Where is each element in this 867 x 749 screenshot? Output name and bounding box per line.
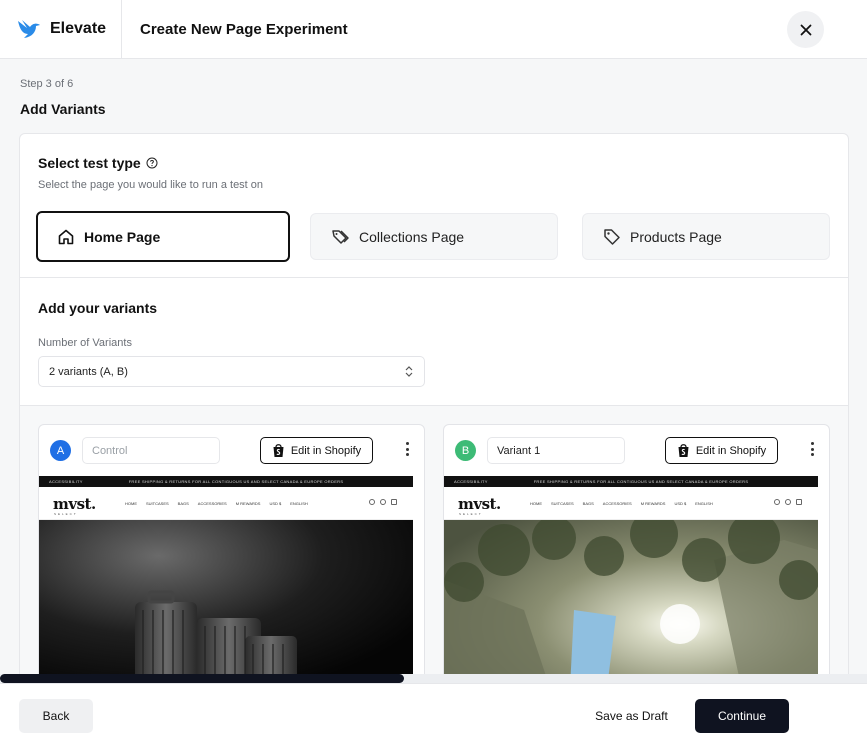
experiment-card: Select test type Select the page you wou…	[19, 133, 849, 693]
preview-nav-link: HOME	[125, 501, 137, 506]
footer-bar: Back Save as Draft Continue	[0, 683, 867, 749]
tags-icon	[332, 229, 349, 244]
variants-title: Add your variants	[38, 300, 158, 316]
top-header: Elevate Create New Page Experiment	[0, 0, 867, 59]
preview-nav-link: SUITCASES	[551, 501, 574, 506]
preview-nav-tools	[369, 499, 397, 505]
variant-preview: ACCESSIBILITY FREE SHIPPING & RETURNS FO…	[39, 476, 413, 692]
tag-icon	[604, 228, 620, 245]
brand-bird-icon	[18, 20, 40, 38]
chevron-updown-icon	[405, 366, 413, 377]
edit-in-shopify-button[interactable]: Edit in Shopify	[665, 437, 778, 464]
preview-hero-trees-image	[444, 520, 818, 692]
test-type-collections[interactable]: Collections Page	[310, 213, 558, 260]
edit-in-shopify-button[interactable]: Edit in Shopify	[260, 437, 373, 464]
test-type-products[interactable]: Products Page	[582, 213, 830, 260]
preview-logo-sub: SELECT	[459, 512, 483, 516]
variant-badge: A	[50, 440, 71, 461]
preview-nav-link: ENGLISH	[695, 501, 713, 506]
test-type-collections-label: Collections Page	[359, 228, 465, 245]
variant-count-value: 2 variants (A, B)	[49, 365, 128, 378]
shopify-bag-icon	[678, 444, 689, 457]
variant-count-label: Number of Variants	[38, 337, 132, 349]
preview-nav-links: HOME SUITCASES BAGS ACCESSORIES M REWARD…	[530, 501, 713, 506]
close-icon	[800, 24, 811, 35]
variant-card-a: A Control Edit in Shopify ACCESSIBILITY …	[38, 424, 425, 692]
variant-name-input[interactable]: Control	[82, 437, 220, 464]
search-icon	[380, 499, 386, 505]
variant-preview: ACCESSIBILITY FREE SHIPPING & RETURNS FO…	[444, 476, 818, 692]
preview-nav-link: USD $	[674, 501, 687, 506]
preview-hero-luggage-image	[39, 520, 413, 692]
edit-in-shopify-label: Edit in Shopify	[695, 444, 767, 457]
home-icon	[58, 229, 74, 244]
section-title: Add Variants	[20, 101, 106, 117]
account-icon	[369, 499, 375, 505]
edit-in-shopify-label: Edit in Shopify	[290, 444, 362, 457]
preview-accessibility: ACCESSIBILITY	[49, 479, 83, 484]
preview-announcement-bar: ACCESSIBILITY FREE SHIPPING & RETURNS FO…	[39, 476, 413, 487]
preview-nav-link: BAGS	[582, 501, 594, 506]
preview-shipping-text: FREE SHIPPING & RETURNS FOR ALL CONTIGUO…	[533, 479, 749, 484]
cart-icon	[391, 499, 397, 505]
shopify-bag-icon	[273, 444, 284, 457]
brand-name: Elevate	[50, 20, 107, 37]
cart-icon	[796, 499, 802, 505]
account-icon	[774, 499, 780, 505]
preview-nav: mvst. SELECT HOME SUITCASES BAGS ACCESSO…	[444, 487, 818, 520]
variant-name-input[interactable]: Variant 1	[487, 437, 625, 464]
continue-button[interactable]: Continue	[695, 699, 789, 733]
preview-nav-link: BAGS	[177, 501, 189, 506]
more-options-icon[interactable]	[811, 442, 814, 456]
help-icon[interactable]	[146, 157, 158, 169]
preview-nav-link: M REWARDS	[640, 501, 666, 506]
preview-nav: mvst. SELECT HOME SUITCASES BAGS ACCESSO…	[39, 487, 413, 520]
test-type-heading: Select test type	[38, 155, 158, 171]
preview-nav-link: ENGLISH	[290, 501, 308, 506]
preview-logo: mvst.	[53, 495, 96, 513]
save-draft-button[interactable]: Save as Draft	[580, 699, 683, 733]
divider	[20, 405, 848, 406]
preview-nav-links: HOME SUITCASES BAGS ACCESSORIES M REWARD…	[125, 501, 308, 506]
preview-logo: mvst.	[458, 495, 501, 513]
preview-nav-link: M REWARDS	[235, 501, 261, 506]
brand: Elevate	[0, 0, 122, 59]
test-type-home-label: Home Page	[84, 228, 161, 245]
test-type-products-label: Products Page	[630, 228, 722, 245]
preview-shipping-text: FREE SHIPPING & RETURNS FOR ALL CONTIGUO…	[128, 479, 344, 484]
variant-count-select[interactable]: 2 variants (A, B)	[38, 356, 425, 387]
divider	[20, 277, 848, 278]
step-indicator: Step 3 of 6	[20, 78, 74, 90]
close-button[interactable]	[787, 11, 824, 48]
variant-badge: B	[455, 440, 476, 461]
back-button[interactable]: Back	[19, 699, 93, 733]
page-title: Create New Page Experiment	[140, 20, 348, 38]
horizontal-scrollbar-thumb[interactable]	[0, 674, 404, 683]
variant-card-b: B Variant 1 Edit in Shopify ACCESSIBILIT…	[443, 424, 830, 692]
preview-logo-sub: SELECT	[54, 512, 78, 516]
preview-nav-link: ACCESSORIES	[197, 501, 227, 506]
preview-nav-link: ACCESSORIES	[602, 501, 632, 506]
test-type-title: Select test type	[38, 155, 141, 171]
preview-nav-link: USD $	[269, 501, 282, 506]
test-type-home[interactable]: Home Page	[36, 211, 290, 262]
preview-nav-tools	[774, 499, 802, 505]
preview-nav-link: SUITCASES	[146, 501, 169, 506]
preview-accessibility: ACCESSIBILITY	[454, 479, 488, 484]
more-options-icon[interactable]	[406, 442, 409, 456]
preview-announcement-bar: ACCESSIBILITY FREE SHIPPING & RETURNS FO…	[444, 476, 818, 487]
test-type-subtitle: Select the page you would like to run a …	[38, 179, 264, 191]
preview-nav-link: HOME	[530, 501, 542, 506]
search-icon	[785, 499, 791, 505]
